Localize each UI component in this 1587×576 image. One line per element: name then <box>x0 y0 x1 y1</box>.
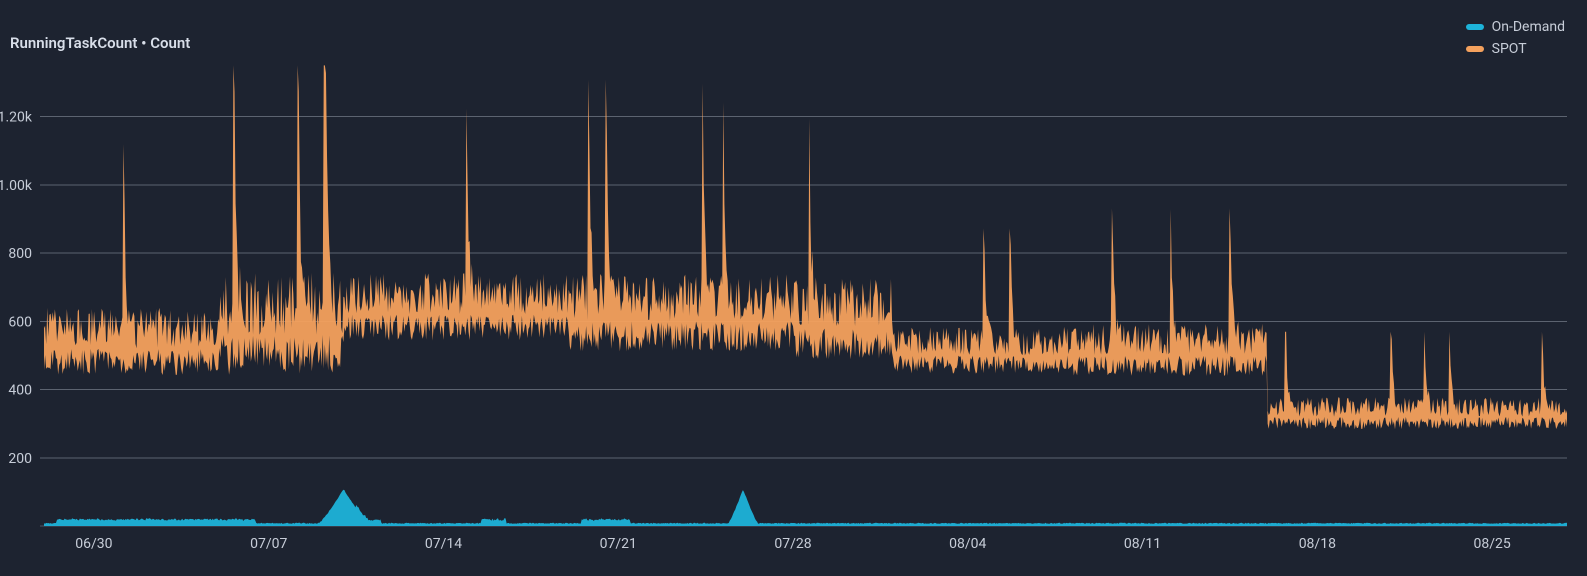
legend-swatch-spot <box>1466 46 1484 52</box>
svg-text:08/25: 08/25 <box>1473 536 1510 552</box>
svg-text:08/18: 08/18 <box>1299 536 1336 552</box>
svg-text:08/04: 08/04 <box>949 536 986 552</box>
legend-swatch-on-demand <box>1466 24 1484 30</box>
svg-text:400: 400 <box>8 383 32 399</box>
svg-text:800: 800 <box>8 246 32 262</box>
svg-text:06/30: 06/30 <box>75 536 112 552</box>
legend-item-on-demand[interactable]: On-Demand <box>1466 16 1565 38</box>
svg-text:200: 200 <box>8 451 32 467</box>
svg-text:08/11: 08/11 <box>1124 536 1161 552</box>
svg-text:07/14: 07/14 <box>425 536 462 552</box>
svg-text:1.00k: 1.00k <box>0 178 33 194</box>
svg-text:07/21: 07/21 <box>600 536 637 552</box>
svg-text:07/28: 07/28 <box>774 536 811 552</box>
legend-label-spot: SPOT <box>1492 38 1527 60</box>
chart-legend: On-Demand SPOT <box>1466 16 1565 60</box>
chart-container: RunningTaskCount • Count On-Demand SPOT … <box>0 0 1587 576</box>
chart-title: RunningTaskCount • Count <box>10 34 190 52</box>
legend-item-spot[interactable]: SPOT <box>1466 38 1565 60</box>
svg-text:1.20k: 1.20k <box>0 110 33 126</box>
chart-svg: 2004006008001.00k1.20k06/3007/0707/1407/… <box>40 62 1567 526</box>
plot-area[interactable]: 2004006008001.00k1.20k06/3007/0707/1407/… <box>40 62 1567 526</box>
svg-text:07/07: 07/07 <box>250 536 287 552</box>
legend-label-on-demand: On-Demand <box>1492 16 1565 38</box>
svg-text:600: 600 <box>8 314 32 330</box>
